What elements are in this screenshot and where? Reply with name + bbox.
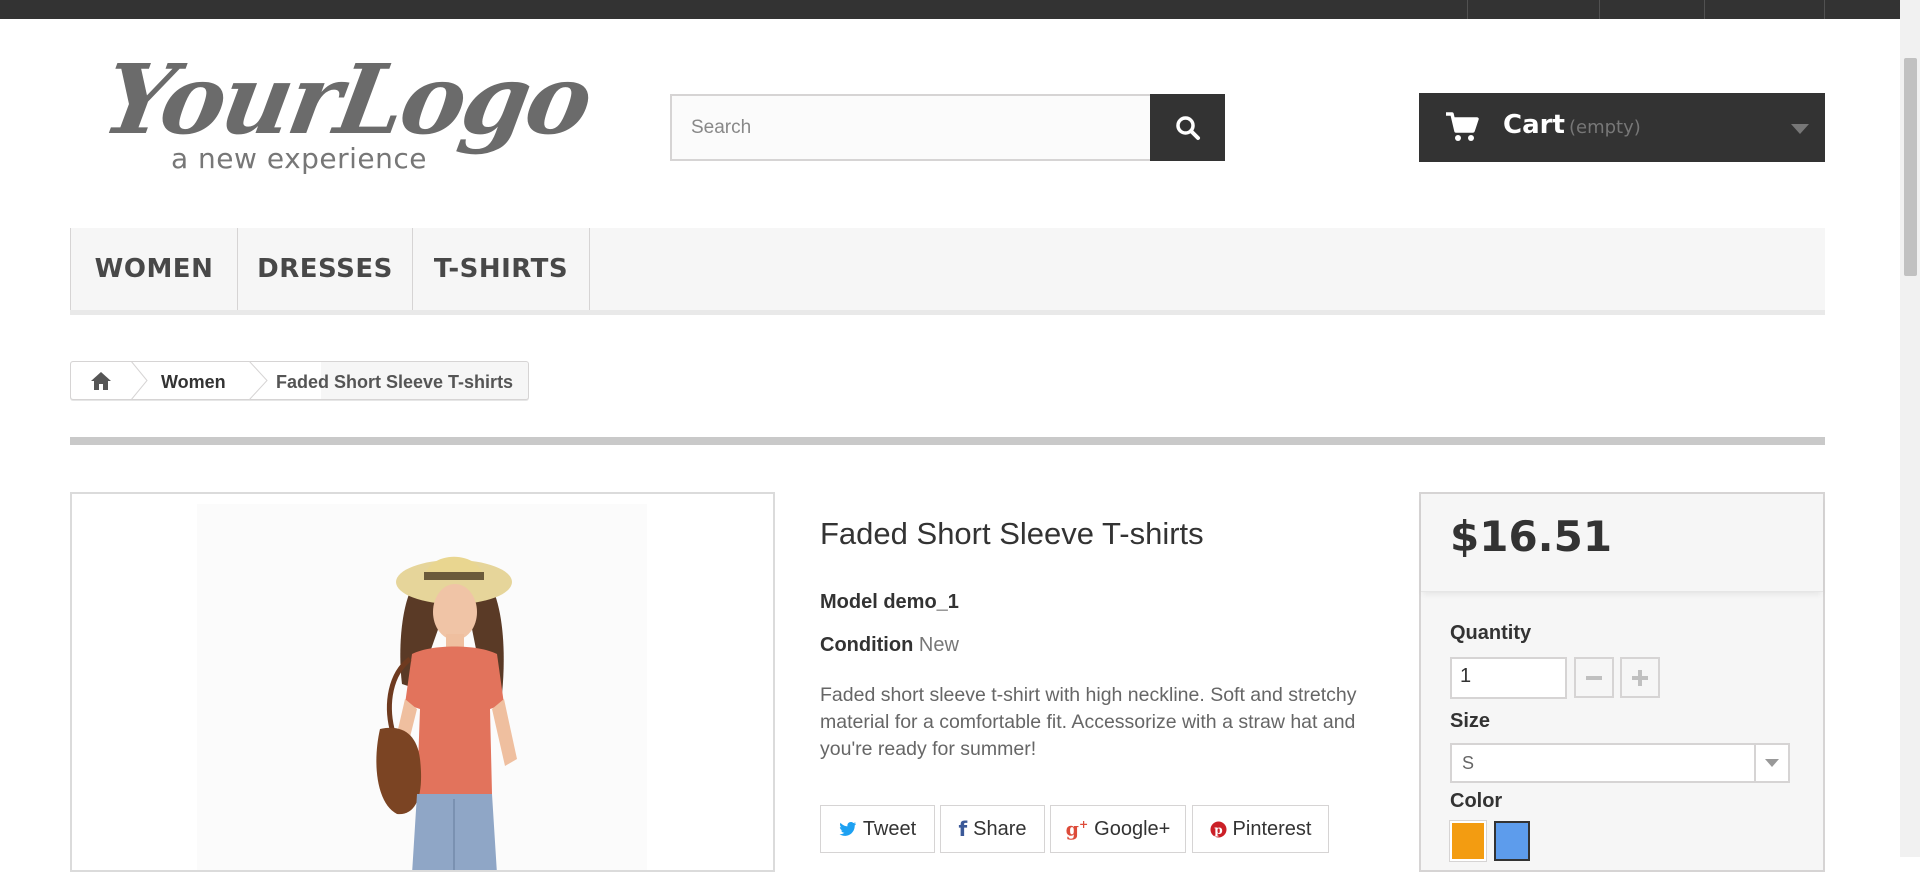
- pinterest-button[interactable]: p Pinterest: [1192, 805, 1329, 853]
- size-label: Size: [1450, 710, 1491, 732]
- quantity-decrease-button[interactable]: [1574, 657, 1614, 698]
- condition-value: New: [918, 634, 959, 656]
- size-dropdown-toggle[interactable]: [1754, 745, 1788, 781]
- logo-tagline: a new experience: [171, 142, 428, 175]
- quantity-label: Quantity: [1450, 622, 1532, 644]
- tweet-label: Tweet: [862, 817, 917, 840]
- search-input[interactable]: [670, 94, 1170, 161]
- buy-box: $16.51 Quantity 1 Size S Color: [1419, 492, 1825, 872]
- pinterest-icon: p: [1210, 821, 1227, 837]
- product-price: $16.51: [1450, 512, 1613, 561]
- minus-icon: [1586, 675, 1602, 680]
- facebook-icon: f: [958, 817, 968, 841]
- breadcrumb-home[interactable]: [71, 362, 131, 399]
- google-plus-label: Google+: [1094, 817, 1171, 840]
- twitter-icon: [839, 822, 856, 836]
- color-swatch-blue[interactable]: [1494, 821, 1530, 861]
- search-button[interactable]: [1150, 94, 1225, 161]
- product-model: Model demo_1: [820, 591, 959, 614]
- size-value: S: [1462, 753, 1475, 773]
- size-select[interactable]: S: [1450, 743, 1790, 783]
- product-image[interactable]: [70, 492, 775, 872]
- google-plus-button[interactable]: g+ Google+: [1050, 805, 1186, 853]
- color-label: Color: [1450, 790, 1503, 812]
- breadcrumb-separator: [249, 361, 268, 400]
- main-menu: WOMEN DRESSES T-SHIRTS: [70, 228, 1825, 315]
- cart-icon: [1446, 112, 1479, 141]
- facebook-share-button[interactable]: f Share: [940, 805, 1045, 853]
- breadcrumb-separator: [130, 361, 148, 400]
- page-scrollbar[interactable]: [1900, 0, 1920, 857]
- condition-label: Condition: [820, 634, 914, 656]
- color-swatch-orange[interactable]: [1449, 820, 1487, 862]
- top-nav-bar: [0, 0, 1900, 19]
- tweet-button[interactable]: Tweet: [820, 805, 935, 853]
- breadcrumb: Women Faded Short Sleeve T-shirts: [70, 361, 529, 400]
- menu-item-women[interactable]: WOMEN: [70, 228, 238, 310]
- search-icon: [1175, 115, 1200, 140]
- logo-script: YourLogo: [95, 43, 599, 156]
- product-photo: [197, 504, 647, 870]
- plus-icon: [1632, 669, 1648, 686]
- product-title: Faded Short Sleeve T-shirts: [820, 516, 1204, 551]
- chevron-down-icon: [1765, 759, 1779, 767]
- product-description: Faded short sleeve t-shirt with high nec…: [820, 684, 1357, 760]
- top-nav-separator: [1599, 0, 1600, 19]
- menu-item-t-shirts[interactable]: T-SHIRTS: [413, 228, 590, 310]
- product-condition: Condition New: [820, 634, 959, 657]
- google-plus-icon: g+: [1065, 817, 1089, 841]
- quantity-increase-button[interactable]: [1620, 657, 1660, 698]
- top-nav-separator: [1704, 0, 1705, 19]
- search-form: [670, 94, 1225, 161]
- home-icon: [91, 371, 111, 390]
- site-logo[interactable]: YourLogo a new experience: [95, 43, 598, 180]
- cart-status: (empty): [1569, 117, 1641, 138]
- pinterest-label: Pinterest: [1232, 817, 1312, 840]
- price-area: $16.51: [1421, 494, 1823, 592]
- svg-text:p: p: [1214, 823, 1222, 837]
- menu-item-dresses[interactable]: DRESSES: [238, 228, 413, 310]
- cart-button[interactable]: Cart (empty): [1419, 93, 1825, 162]
- top-nav-separator: [1467, 0, 1468, 19]
- breadcrumb-category[interactable]: Women: [161, 372, 226, 393]
- model-label: Model: [820, 591, 878, 613]
- section-divider: [70, 437, 1825, 445]
- chevron-down-icon: [1791, 124, 1809, 134]
- scrollbar-thumb[interactable]: [1904, 58, 1917, 276]
- share-label: Share: [973, 817, 1027, 840]
- breadcrumb-current: Faded Short Sleeve T-shirts: [276, 372, 514, 392]
- model-value: demo_1: [883, 591, 959, 613]
- top-nav-separator: [1824, 0, 1825, 19]
- cart-title: Cart: [1503, 110, 1565, 140]
- quantity-input[interactable]: 1: [1450, 657, 1567, 699]
